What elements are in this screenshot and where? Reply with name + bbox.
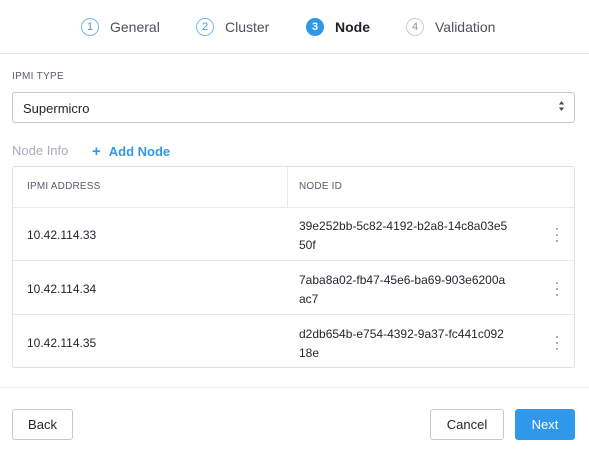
ipmi-type-value: Supermicro [23, 101, 90, 116]
step-label: Validation [435, 19, 496, 35]
step-node[interactable]: 3 Node [306, 17, 370, 37]
ipmi-address-cell: 10.42.114.33 [27, 228, 97, 242]
back-button[interactable]: Back [12, 409, 73, 440]
nodes-table: IPMI ADDRESS NODE ID 10.42.114.33 39e252… [12, 166, 575, 368]
table-row: 10.42.114.33 39e252bb-5c82-4192-b2a8-14c… [13, 208, 574, 261]
table-row: 10.42.114.35 d2db654b-e754-4392-9a37-fc4… [13, 316, 574, 369]
select-arrows-icon [558, 100, 565, 112]
cancel-button[interactable]: Cancel [430, 409, 504, 440]
node-id-cell: d2db654b-e754-4392-9a37-fc441c09218e [299, 327, 504, 360]
ipmi-type-label: IPMI TYPE [12, 71, 64, 82]
step-number: 3 [306, 18, 324, 36]
node-info-label: Node Info [12, 143, 69, 158]
step-label: General [110, 19, 160, 35]
step-cluster[interactable]: 2 Cluster [196, 17, 269, 37]
plus-icon: + [92, 143, 101, 160]
add-node-button[interactable]: + Add Node [92, 143, 170, 160]
next-button[interactable]: Next [515, 409, 575, 440]
footer-divider [0, 387, 589, 388]
step-label: Node [335, 19, 370, 35]
column-divider [287, 167, 288, 208]
table-row: 10.42.114.34 7aba8a02-fb47-45e6-ba69-903… [13, 262, 574, 315]
table-header: IPMI ADDRESS NODE ID [13, 167, 574, 208]
row-menu-icon[interactable] [554, 336, 560, 350]
ipmi-address-cell: 10.42.114.34 [27, 282, 97, 296]
wizard-stepper: 1 General 2 Cluster 3 Node 4 Validation [0, 0, 589, 54]
column-header-node-id: NODE ID [299, 181, 343, 192]
add-node-label: Add Node [108, 144, 171, 159]
ipmi-type-select[interactable]: Supermicro [12, 92, 575, 123]
row-menu-icon[interactable] [554, 228, 560, 242]
step-number: 4 [406, 18, 424, 36]
step-validation[interactable]: 4 Validation [406, 17, 495, 37]
ipmi-address-cell: 10.42.114.35 [27, 336, 97, 350]
up-down-icon [559, 101, 564, 111]
row-menu-icon[interactable] [554, 282, 560, 296]
step-number: 2 [196, 18, 214, 36]
node-id-cell: 39e252bb-5c82-4192-b2a8-14c8a03e550f [299, 219, 508, 252]
column-header-ipmi-address: IPMI ADDRESS [27, 181, 101, 192]
step-label: Cluster [225, 19, 270, 35]
step-number: 1 [81, 18, 99, 36]
step-general[interactable]: 1 General [81, 17, 160, 37]
node-id-cell: 7aba8a02-fb47-45e6-ba69-903e6200aac7 [299, 273, 506, 306]
